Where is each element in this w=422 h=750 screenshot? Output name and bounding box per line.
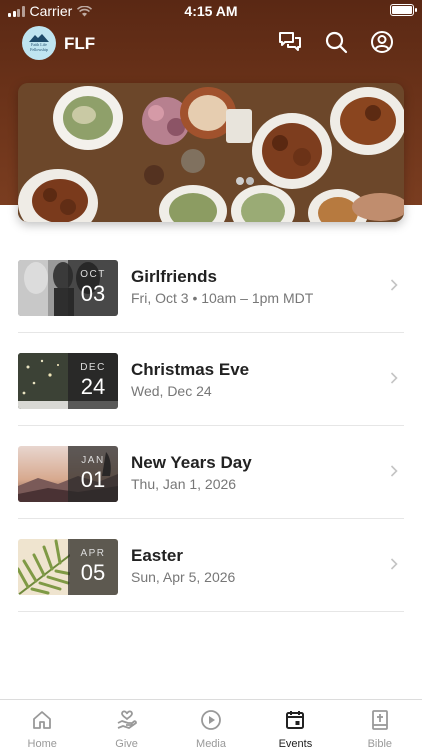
status-time: 4:15 AM xyxy=(184,3,238,19)
date-day: 01 xyxy=(80,467,106,492)
date-day: 05 xyxy=(80,560,106,585)
hero-banner-image[interactable] xyxy=(18,83,404,222)
tab-bible[interactable]: Bible xyxy=(338,700,422,750)
napkin xyxy=(226,109,252,143)
plate-meat-2 xyxy=(252,113,332,189)
event-date: Thu, Jan 1, 2026 xyxy=(131,476,237,492)
event-title: Easter xyxy=(131,546,183,565)
event-row[interactable]: APR 05 Easter Sun, Apr 5, 2026 xyxy=(18,519,404,612)
water-glass xyxy=(181,149,205,173)
date-day: 03 xyxy=(80,281,106,306)
date-month: JAN xyxy=(81,455,105,466)
plate-meat-3 xyxy=(330,87,404,155)
event-title: New Years Day xyxy=(131,453,252,472)
bible-icon xyxy=(371,710,388,730)
event-datetime: Fri, Oct 3 • 10am – 1pm MDT xyxy=(131,290,314,306)
header-actions xyxy=(278,30,394,54)
logo-line-2: Fellowship xyxy=(30,47,48,52)
date-month: OCT xyxy=(80,269,106,280)
event-row[interactable]: JAN 01 New Years Day Thu, Jan 1, 2026 xyxy=(18,426,404,519)
home-icon xyxy=(33,711,52,729)
plate-salad-1 xyxy=(53,86,123,150)
event-date: Sun, Apr 5, 2026 xyxy=(131,569,236,585)
bottom-tab-bar: Home Give Media Events Bible xyxy=(0,699,422,750)
top-navigation: Faith Life Fellowship FLF xyxy=(0,26,422,62)
tab-label: Home xyxy=(27,738,57,750)
tab-give[interactable]: Give xyxy=(84,700,168,750)
event-thumbnail: OCT 03 xyxy=(18,260,118,316)
mountain-logo-icon xyxy=(29,34,49,42)
tab-label: Events xyxy=(278,738,313,750)
date-badge: DEC 24 xyxy=(68,353,118,409)
event-title: Christmas Eve xyxy=(131,360,250,379)
media-play-icon xyxy=(201,710,221,730)
event-row[interactable]: DEC 24 Christmas Eve Wed, Dec 24 xyxy=(18,333,404,426)
event-thumbnail: APR 05 xyxy=(18,539,118,595)
salt-shaker xyxy=(236,177,244,185)
brand-title: FLF xyxy=(64,34,96,53)
event-thumbnail: DEC 24 xyxy=(18,353,118,409)
date-badge: JAN 01 xyxy=(68,446,118,502)
chevron-right-icon xyxy=(390,372,398,384)
tab-label: Give xyxy=(115,738,138,750)
tab-home[interactable]: Home xyxy=(0,700,84,750)
event-date: Wed, Dec 24 xyxy=(131,383,212,399)
chevron-right-icon xyxy=(390,465,398,477)
events-list: OCT 03 Girlfriends Fri, Oct 3 • 10am – 1… xyxy=(18,240,404,612)
dinner-table-image xyxy=(18,83,404,222)
search-icon[interactable] xyxy=(324,30,348,54)
tab-media[interactable]: Media xyxy=(169,700,253,750)
date-day: 24 xyxy=(80,374,106,399)
date-badge: APR 05 xyxy=(68,539,118,595)
tab-events[interactable]: Events xyxy=(253,700,337,750)
event-title: Girlfriends xyxy=(131,267,217,286)
chevron-right-icon xyxy=(390,558,398,570)
chat-bubbles-icon[interactable] xyxy=(278,30,302,54)
event-row[interactable]: OCT 03 Girlfriends Fri, Oct 3 • 10am – 1… xyxy=(18,240,404,333)
church-logo[interactable]: Faith Life Fellowship xyxy=(22,26,56,60)
tab-label: Media xyxy=(196,738,226,750)
profile-icon[interactable] xyxy=(370,30,394,54)
date-month: APR xyxy=(80,548,106,559)
battery-icon xyxy=(390,4,417,16)
calendar-icon xyxy=(286,711,305,729)
event-thumbnail: JAN 01 xyxy=(18,446,118,502)
tab-label: Bible xyxy=(367,738,393,750)
chevron-right-icon xyxy=(390,279,398,291)
date-month: DEC xyxy=(80,362,106,373)
pepper-shaker xyxy=(246,177,254,185)
status-bar: Carrier 4:15 AM xyxy=(0,0,422,22)
wine-glass xyxy=(144,165,164,185)
date-badge: OCT 03 xyxy=(68,260,118,316)
give-icon xyxy=(117,710,137,729)
